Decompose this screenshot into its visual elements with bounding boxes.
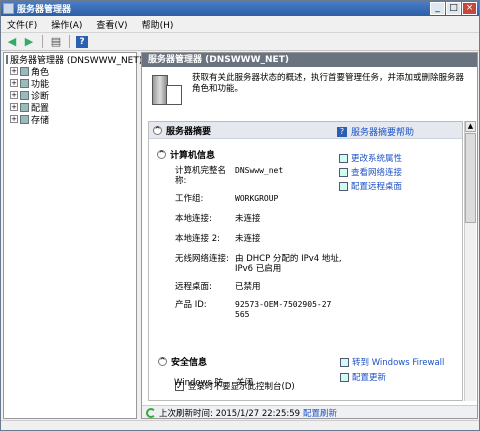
- storage-icon: [20, 114, 29, 124]
- last-refresh-text: 上次刷新时间: 2015/1/27 22:25:59: [159, 408, 301, 419]
- security-value: 关闭: [236, 378, 254, 388]
- diagnostics-icon: [20, 90, 29, 100]
- scroll-up-icon[interactable]: ▲: [465, 121, 476, 132]
- summary-help-link[interactable]: ? 服务器摘要帮助: [336, 125, 414, 138]
- security-info-title: 安全信息: [171, 358, 208, 368]
- app-icon: [3, 3, 14, 14]
- toolbar: ◀ ▶ ▤ ?: [1, 33, 479, 51]
- tree-item-label: 存储: [31, 115, 50, 126]
- action-label: 更改系统属性: [351, 154, 403, 164]
- roles-icon: [20, 66, 29, 76]
- info-label: 本地连接 2:: [175, 234, 220, 244]
- server-manager-icon: [150, 73, 184, 109]
- action-label: 配置更新: [352, 373, 387, 383]
- tree-item-storage[interactable]: + 存储: [4, 113, 136, 126]
- scroll-thumb[interactable]: [465, 133, 476, 223]
- vertical-scrollbar[interactable]: ▲: [464, 121, 476, 401]
- details-pane: 服务器管理器 (DNSWWW_NET) 获取有关此服务器状态的概述，执行首要管理…: [141, 52, 478, 419]
- tree-root-label: 服务器管理器 (DNSWWW_NET): [10, 55, 143, 66]
- refresh-icon: [146, 407, 156, 418]
- summary-title: 服务器摘要: [166, 126, 212, 137]
- help-icon[interactable]: ?: [76, 35, 88, 48]
- expand-icon[interactable]: +: [10, 115, 18, 123]
- window-status-bar: [1, 420, 479, 430]
- security-label: Windows 防: [174, 378, 224, 388]
- info-label: 产品 ID:: [175, 300, 207, 310]
- configure-refresh-link[interactable]: 配置刷新: [303, 407, 337, 419]
- change-system-properties-link[interactable]: 更改系统属性: [339, 152, 402, 164]
- title-bar[interactable]: 服务器管理器 _ □ ×: [1, 1, 479, 16]
- window-title: 服务器管理器: [17, 5, 72, 15]
- expand-icon[interactable]: +: [10, 103, 18, 111]
- expand-icon[interactable]: +: [10, 67, 18, 75]
- network-icon: [339, 167, 348, 177]
- collapse-icon[interactable]: ^: [157, 150, 166, 159]
- summary-help-label: 服务器摘要帮助: [350, 128, 414, 138]
- toolbar-separator: [42, 35, 43, 48]
- toolbar-separator: [69, 35, 70, 48]
- security-info-header[interactable]: ^ 安全信息: [158, 355, 207, 368]
- info-value: 未连接: [235, 234, 261, 244]
- configuration-icon: [20, 102, 29, 112]
- menu-action[interactable]: 操作(A): [51, 18, 82, 31]
- configure-remote-desktop-link[interactable]: 配置远程桌面: [339, 180, 402, 192]
- action-label: 查看网络连接: [351, 168, 403, 178]
- minimize-button[interactable]: _: [430, 2, 445, 15]
- close-button[interactable]: ×: [462, 2, 477, 15]
- info-label: 计算机完整名称:: [175, 166, 227, 186]
- summary-header[interactable]: ^ 服务器摘要 ? 服务器摘要帮助: [149, 122, 462, 139]
- expand-icon[interactable]: +: [10, 79, 18, 87]
- tree-root[interactable]: 服务器管理器 (DNSWWW_NET): [4, 53, 142, 66]
- expand-icon[interactable]: +: [10, 91, 18, 99]
- menu-file[interactable]: 文件(F): [7, 18, 37, 31]
- menu-bar: 文件(F) 操作(A) 查看(V) 帮助(H): [1, 16, 479, 33]
- tree-item-configuration[interactable]: + 配置: [4, 101, 136, 114]
- collapse-icon[interactable]: ^: [158, 357, 167, 366]
- tree-item-roles[interactable]: + 角色: [4, 65, 136, 78]
- firewall-icon: [340, 357, 349, 367]
- goto-firewall-link[interactable]: 转到 Windows Firewall: [340, 356, 444, 368]
- maximize-button[interactable]: □: [446, 2, 461, 15]
- show-hide-tree-icon[interactable]: ▤: [49, 35, 63, 49]
- info-label: 远程桌面:: [175, 282, 212, 292]
- update-icon: [340, 372, 349, 382]
- action-label: 转到 Windows Firewall: [352, 358, 445, 368]
- action-label: 配置远程桌面: [351, 182, 403, 192]
- info-label: 本地连接:: [175, 214, 212, 224]
- view-network-connections-link[interactable]: 查看网络连接: [339, 166, 402, 178]
- back-arrow-icon[interactable]: ◀: [5, 35, 19, 49]
- help-icon: ?: [336, 126, 347, 137]
- tree-item-features[interactable]: + 功能: [4, 77, 136, 90]
- info-value: DNSwww_net: [235, 166, 284, 175]
- intro-section: 获取有关此服务器状态的概述，执行首要管理任务，并添加或删除服务器角色和功能。: [142, 67, 477, 119]
- status-bar: 上次刷新时间: 2015/1/27 22:25:59 配置刷新: [142, 405, 477, 419]
- navigation-tree: 服务器管理器 (DNSWWW_NET) + 角色 + 功能 + 诊断 + 配置 …: [3, 52, 142, 419]
- info-value: WORKGROUP: [235, 194, 279, 203]
- info-value: 未连接: [235, 214, 261, 224]
- info-label: 工作组:: [175, 194, 204, 204]
- details-header: 服务器管理器 (DNSWWW_NET): [142, 53, 477, 67]
- remote-desktop-icon: [339, 181, 348, 191]
- intro-text: 获取有关此服务器状态的概述，执行首要管理任务，并添加或删除服务器角色和功能。: [192, 73, 465, 94]
- collapse-icon[interactable]: ^: [153, 125, 162, 135]
- info-value: 92573-OEM-7502905-27565: [235, 300, 332, 319]
- info-value: 已禁用: [235, 282, 261, 292]
- server-manager-window: 服务器管理器 _ □ × 文件(F) 操作(A) 查看(V) 帮助(H) ◀ ▶…: [0, 0, 480, 431]
- info-value: 由 DHCP 分配的 IPv4 地址, IPv6 已启用: [235, 254, 342, 274]
- computer-info-header[interactable]: ^ 计算机信息: [157, 148, 215, 161]
- forward-arrow-icon[interactable]: ▶: [22, 35, 36, 49]
- menu-help[interactable]: 帮助(H): [142, 18, 174, 31]
- menu-view[interactable]: 查看(V): [96, 18, 127, 31]
- configure-updates-link[interactable]: 配置更新: [340, 371, 386, 383]
- system-properties-icon: [339, 153, 348, 163]
- computer-info-title: 计算机信息: [170, 151, 216, 161]
- tree-item-diagnostics[interactable]: + 诊断: [4, 89, 136, 102]
- info-label: 无线网络连接:: [175, 254, 229, 264]
- server-icon: [6, 54, 8, 64]
- features-icon: [20, 78, 29, 88]
